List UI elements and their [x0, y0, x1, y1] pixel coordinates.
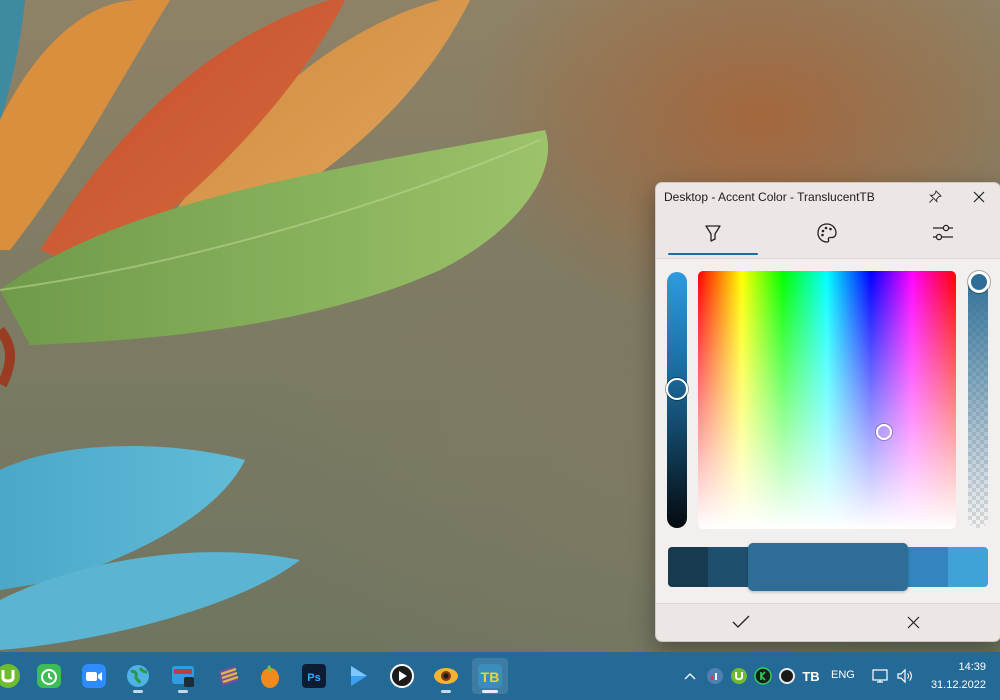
- dialog-footer: [656, 603, 1000, 641]
- cancel-icon: [907, 616, 919, 628]
- utorrent-tray-icon: [731, 668, 747, 684]
- running-indicator: [178, 690, 188, 693]
- confirm-button[interactable]: [656, 603, 826, 641]
- globe-icon: [127, 665, 149, 687]
- running-indicator: [441, 690, 451, 693]
- k-app-icon: [754, 667, 772, 685]
- play-arrow-icon: [351, 666, 367, 686]
- taskbar-fl-studio[interactable]: [252, 658, 288, 694]
- value-slider-thumb[interactable]: [666, 378, 688, 400]
- alpha-slider[interactable]: [968, 272, 988, 528]
- clock-time[interactable]: 14:39: [940, 661, 986, 673]
- zoom-icon: [82, 664, 106, 688]
- tray-utorrent[interactable]: [728, 664, 750, 688]
- taskbar-zoom[interactable]: [76, 658, 112, 694]
- checkmark-icon: [732, 615, 750, 628]
- translucenttb-label: TB: [481, 669, 500, 685]
- fl-studio-icon: [261, 664, 279, 688]
- taskbar-winrar[interactable]: [210, 658, 246, 694]
- tray-overflow-button[interactable]: [682, 664, 698, 688]
- speaker-icon: [897, 668, 912, 684]
- running-indicator: [133, 690, 143, 693]
- taskbar-alarm-clock[interactable]: [31, 658, 67, 694]
- media-app-icon: [172, 666, 194, 687]
- swatch-darkest[interactable]: [668, 547, 708, 587]
- title-bar[interactable]: Desktop - Accent Color - TranslucentTB: [656, 183, 1000, 211]
- taskbar-photoshop[interactable]: Ps: [296, 658, 332, 694]
- clock-date[interactable]: 31.12.2022: [920, 679, 986, 691]
- tray-circle-app[interactable]: [776, 664, 798, 688]
- photoshop-icon: Ps: [302, 664, 326, 688]
- input-language[interactable]: ENG: [831, 669, 855, 681]
- taskbar-utorrent[interactable]: [0, 658, 26, 694]
- swatch-lighter[interactable]: [908, 547, 948, 587]
- close-button[interactable]: [964, 185, 994, 209]
- tab-palette[interactable]: [782, 213, 872, 253]
- taskbar-eye-app[interactable]: [428, 658, 464, 694]
- pin-button[interactable]: [920, 185, 950, 209]
- tray-network[interactable]: [870, 664, 892, 688]
- swatch-lightest[interactable]: [948, 547, 988, 587]
- active-indicator: [482, 690, 498, 693]
- cancel-button[interactable]: [828, 603, 998, 641]
- taskbar-media-app[interactable]: [165, 658, 201, 694]
- accent-color-window: Desktop - Accent Color - TranslucentTB: [655, 182, 1000, 642]
- winrar-icon: [219, 666, 239, 686]
- window-title: Desktop - Accent Color - TranslucentTB: [664, 190, 875, 204]
- tab-sliders[interactable]: [898, 213, 988, 253]
- selected-tab-indicator: [668, 253, 758, 255]
- photoshop-label: Ps: [307, 672, 320, 684]
- swatch-darker[interactable]: [708, 547, 748, 587]
- pin-icon: [929, 190, 942, 203]
- taskbar-player[interactable]: [340, 658, 376, 694]
- value-slider[interactable]: [667, 272, 687, 528]
- tray-k-app[interactable]: [752, 664, 774, 688]
- spectrum-selector[interactable]: [876, 424, 892, 440]
- swatch-selected[interactable]: [748, 543, 908, 591]
- translucenttb-tray-icon: TB: [802, 669, 819, 684]
- eye-app-icon: [434, 668, 458, 684]
- network-monitor-icon: [707, 668, 723, 684]
- tray-translucenttb[interactable]: TB: [800, 664, 822, 688]
- alpha-slider-thumb[interactable]: [968, 271, 990, 293]
- color-swatch-strip: [668, 543, 988, 591]
- taskbar: Ps TB TB ENG 14:39 31.12.2022: [0, 652, 1000, 700]
- sliders-icon: [933, 224, 953, 241]
- utorrent-icon: [0, 664, 20, 688]
- network-icon: [872, 669, 888, 683]
- taskbar-globe-app[interactable]: [120, 658, 156, 694]
- pen-icon: [705, 225, 721, 242]
- taskbar-media-player[interactable]: [384, 658, 420, 694]
- tray-tb-label: TB: [802, 669, 819, 684]
- alarm-clock-icon: [37, 664, 61, 688]
- chevron-up-icon: [684, 673, 696, 680]
- circle-app-icon: [779, 668, 795, 684]
- tray-app-1[interactable]: [704, 664, 726, 688]
- palette-icon: [817, 223, 837, 243]
- media-player-icon: [390, 664, 414, 688]
- color-spectrum-panel: [656, 258, 1000, 604]
- tab-spectrum[interactable]: [668, 213, 758, 253]
- close-icon: [973, 191, 985, 203]
- tray-volume[interactable]: [894, 664, 916, 688]
- color-spectrum[interactable]: [698, 271, 956, 529]
- translucenttb-icon: TB: [478, 664, 502, 688]
- picker-tabs: [656, 213, 1000, 257]
- taskbar-translucenttb[interactable]: TB: [472, 658, 508, 694]
